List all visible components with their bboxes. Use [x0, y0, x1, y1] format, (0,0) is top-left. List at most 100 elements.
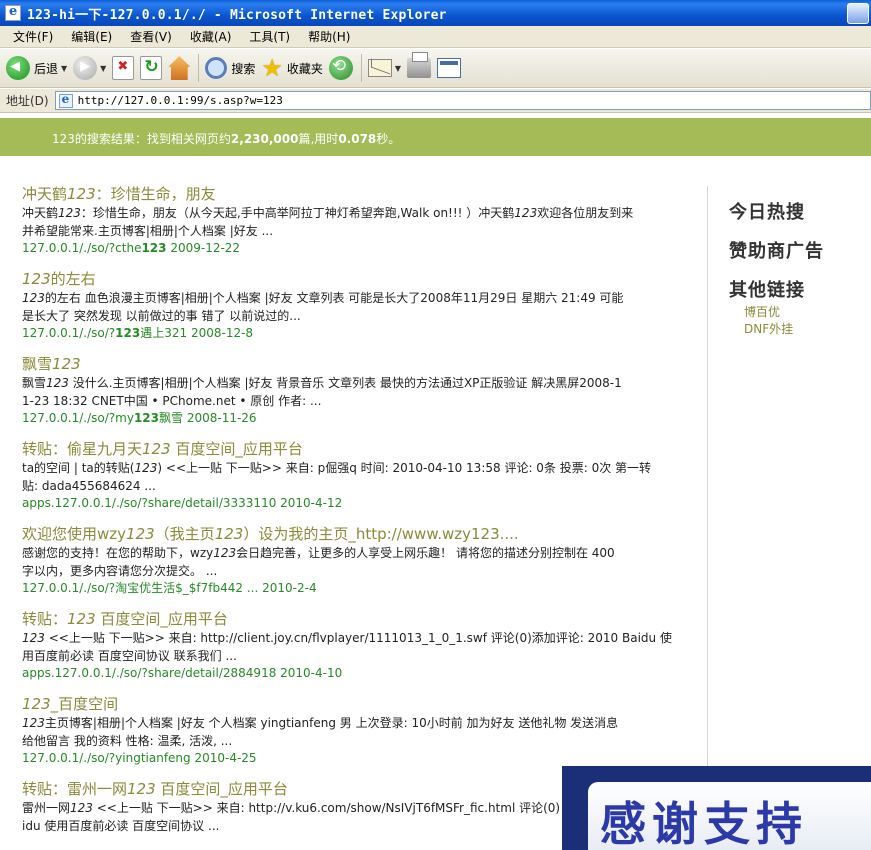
snippet-highlight: 123 [46, 376, 69, 390]
snippet-text: 主页博客|相册|个人档案 |好友 个人档案 yingtianfeng 男 上次登… [44, 716, 619, 730]
refresh-button[interactable] [140, 52, 163, 84]
home-icon [168, 56, 191, 80]
snippet-highlight: 123 [58, 206, 81, 220]
snippet-highlight: 123 [213, 546, 237, 560]
snippet-text: 用百度前必读 百度空间协议 联系我们 ... [22, 649, 237, 663]
chevron-down-icon[interactable]: ▼ [100, 64, 106, 73]
page-icon [58, 92, 73, 108]
result-title-highlight: 123 [67, 185, 96, 203]
snippet-text: 并希望能常来.主页博客|相册|个人档案 |好友 ... [22, 224, 274, 238]
snippet-text: 飘雪 [22, 376, 47, 390]
url-text: 飘雪 2008-11-26 [159, 411, 257, 425]
forward-button[interactable]: ▼ [73, 52, 106, 84]
url-text: 127.0.0.1/./so/?yingtianfeng 2010-4-25 [22, 751, 257, 765]
summary-time: 0.078 [338, 132, 377, 146]
toolbar: 后退 ▼ ▼ 搜索 ★ 收藏夹 ▼ [0, 49, 871, 88]
url-highlight: 123 [141, 241, 167, 255]
result-title-text: 百度空间_应用平台 [95, 610, 228, 628]
address-bar: 地址(D) http://127.0.0.1:99/s.asp?w=123 [0, 89, 871, 113]
stop-button[interactable] [112, 52, 135, 84]
menu-tools[interactable]: 工具(T) [240, 28, 299, 45]
result-url: apps.127.0.0.1/./so/?share/detail/288491… [22, 665, 682, 681]
snippet-text: ta的空间 | ta的转贴( [22, 461, 135, 475]
result-snippet: 字以内，更多内容请您分次提交。 ... [22, 563, 682, 580]
url-text: 127.0.0.1/./so/? [22, 326, 116, 340]
result-title-highlight: 123 [214, 525, 244, 543]
back-button[interactable]: 后退 ▼ [6, 52, 67, 84]
summary-suffix: 秒。 [376, 132, 401, 146]
snippet-text: 会日趋完善，让更多的人享受上网乐趣！ 请将您的描述分别控制在 400 [236, 546, 615, 560]
chevron-down-icon[interactable]: ▼ [61, 64, 67, 73]
result-title-link[interactable]: 转贴：偷星九月天123 百度空间_应用平台 [22, 439, 682, 459]
menu-help[interactable]: 帮助(H) [299, 28, 359, 45]
search-result: 转贴：123 百度空间_应用平台 123 <<上一贴 下一贴>> 来自: htt… [22, 609, 682, 681]
result-title-highlight: 123 [52, 355, 81, 373]
result-url: 127.0.0.1/./so/?my123飘雪 2008-11-26 [22, 410, 682, 426]
snippet-highlight: 123 [22, 291, 45, 305]
result-snippet: 冲天鹤123：珍惜生命，朋友（从今天起,手中高举阿拉丁神灯希望奔跑,Walk o… [22, 205, 682, 222]
result-url: 127.0.0.1/./so/?淘宝优生活$_$f7fb442 ... 2010… [22, 580, 682, 596]
print-button[interactable] [407, 52, 432, 84]
sidebar-link[interactable]: 博百优 [744, 304, 869, 321]
result-title-link[interactable]: 123_百度空间 [22, 694, 682, 714]
menu-file[interactable]: 文件(F) [4, 28, 62, 45]
result-title-text: 转贴：偷星九月天 [22, 440, 143, 458]
refresh-icon [140, 56, 163, 80]
url-text: 遇上321 2008-12-8 [140, 326, 254, 340]
result-title-text: ：珍惜生命，朋友 [95, 185, 216, 203]
summary-count: 2,230,000 [230, 132, 299, 146]
favorites-label: 收藏夹 [286, 61, 323, 76]
url-text: 2009-12-22 [166, 241, 241, 255]
result-title-highlight: 123 [126, 525, 155, 543]
search-result: 飘雪123 飘雪123 没什么.主页博客|相册|个人档案 |好友 背景音乐 文章… [22, 354, 682, 426]
sponsor-ads-heading[interactable]: 赞助商广告 [729, 239, 869, 265]
hot-today-heading[interactable]: 今日热搜 [729, 200, 869, 226]
snippet-text: 雷州一网 [22, 801, 71, 815]
search-button[interactable]: 搜索 [205, 52, 255, 84]
address-input[interactable]: http://127.0.0.1:99/s.asp?w=123 [54, 91, 871, 110]
search-result: 冲天鹤123：珍惜生命，朋友 冲天鹤123：珍惜生命，朋友（从今天起,手中高举阿… [22, 184, 682, 256]
result-title-link[interactable]: 飘雪123 [22, 354, 682, 374]
result-title-link[interactable]: 欢迎您使用wzy123（我主页123）设为我的主页_http://www.wzy… [22, 524, 682, 544]
star-icon: ★ [261, 54, 283, 82]
result-url: 127.0.0.1/./so/?123遇上321 2008-12-8 [22, 325, 682, 341]
mail-button[interactable]: ▼ [367, 52, 401, 84]
window-title-bar[interactable]: 123-hi一下-127.0.0.1/./ - Microsoft Intern… [0, 0, 871, 26]
result-title-link[interactable]: 123的左右 [22, 269, 682, 289]
result-snippet: 给他留言 我的资料 性格: 温柔, 活泼, ... [22, 733, 682, 750]
history-button[interactable] [328, 52, 353, 84]
toolbar-separator [360, 54, 362, 82]
result-snippet: 贴: dada455684624 ... [22, 478, 682, 495]
result-url: apps.127.0.0.1/./so/?share/detail/333311… [22, 495, 682, 511]
result-title-text: ）设为我的主页_http://www.wzy123.... [243, 525, 519, 543]
menu-favorites[interactable]: 收藏(A) [181, 28, 241, 45]
result-title-text: （我主页 [154, 525, 215, 543]
summary-prefix: 123的搜索结果：找到相关网页约 [52, 132, 231, 146]
url-text: 127.0.0.1/./so/?my [22, 411, 134, 425]
result-title-link[interactable]: 冲天鹤123：珍惜生命，朋友 [22, 184, 682, 204]
search-label: 搜索 [231, 61, 256, 76]
chevron-down-icon[interactable]: ▼ [395, 64, 401, 73]
snippet-text: 是长大了 突然发现 以前做过的事 错了 以前说过的... [22, 309, 301, 323]
url-text: apps.127.0.0.1/./so/?share/detail/333311… [22, 496, 343, 510]
snippet-highlight: 123 [134, 461, 158, 475]
result-title-text: 百度空间_应用平台 [155, 780, 288, 798]
snippet-text: 1-23 18:32 CNET中国 • PChome.net • 原创 作者: … [22, 394, 322, 408]
search-result: 欢迎您使用wzy123（我主页123）设为我的主页_http://www.wzy… [22, 524, 682, 596]
search-result: 123的左右 123的左右 血色浪漫主页博客|相册|个人档案 |好友 文章列表 … [22, 269, 682, 341]
result-title-link[interactable]: 转贴：123 百度空间_应用平台 [22, 609, 682, 629]
result-snippet: 123的左右 血色浪漫主页博客|相册|个人档案 |好友 文章列表 可能是长大了2… [22, 290, 682, 307]
search-result: 转贴：偷星九月天123 百度空间_应用平台 ta的空间 | ta的转贴(123)… [22, 439, 682, 511]
edit-page-icon [437, 58, 462, 78]
menu-edit[interactable]: 编辑(E) [62, 28, 121, 45]
menu-view[interactable]: 查看(V) [121, 28, 181, 45]
address-url[interactable]: http://127.0.0.1:99/s.asp?w=123 [78, 94, 283, 107]
sidebar-link[interactable]: DNF外挂 [744, 321, 869, 338]
summary-middle: 篇,用时 [298, 132, 339, 146]
home-button[interactable] [168, 52, 191, 84]
snippet-text: 字以内，更多内容请您分次提交。 ... [22, 564, 218, 578]
favorites-button[interactable]: ★ 收藏夹 [261, 52, 323, 84]
search-icon [205, 57, 228, 79]
edit-button[interactable] [437, 52, 462, 84]
